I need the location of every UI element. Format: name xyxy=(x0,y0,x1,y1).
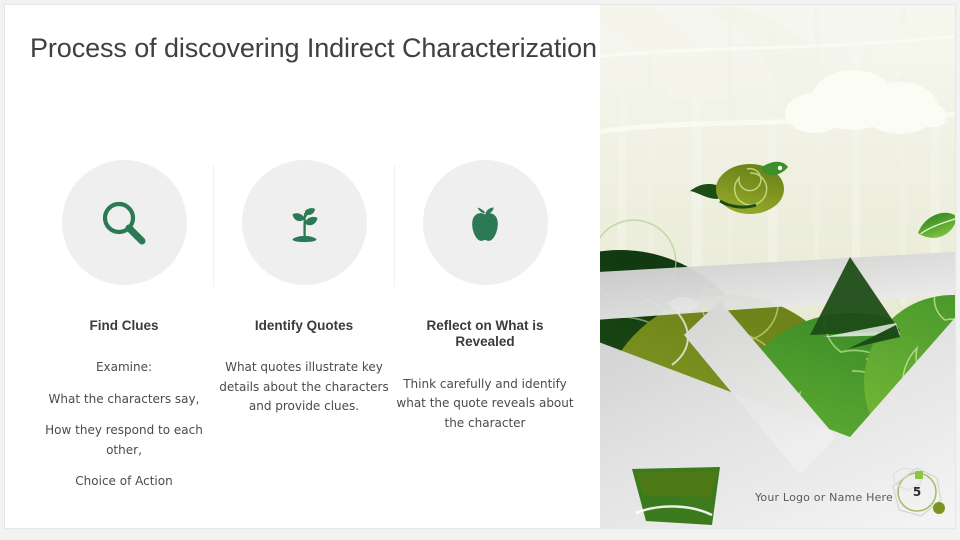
seedling-icon xyxy=(278,197,330,249)
footer-logo-text: Your Logo or Name Here xyxy=(754,491,893,504)
column-reflect-revealed: Reflect on What is Revealed Think carefu… xyxy=(394,160,576,433)
slide-canvas: Process of discovering Indirect Characte… xyxy=(5,5,955,528)
apple-icon xyxy=(459,197,511,249)
magnifier-icon xyxy=(98,197,150,249)
decorative-artwork: Your Logo or Name Here 5 xyxy=(600,5,955,528)
column-body: What quotes illustrate key details about… xyxy=(213,358,395,416)
column-heading: Identify Quotes xyxy=(254,318,354,333)
body-line: How they respond to each other, xyxy=(45,423,203,457)
icon-badge xyxy=(422,160,548,285)
icon-badge xyxy=(61,160,187,285)
column-identify-quotes: Identify Quotes What quotes illustrate k… xyxy=(213,160,395,417)
body-line: What the characters say, xyxy=(48,391,200,406)
artwork-svg xyxy=(600,5,955,528)
column-heading: Reflect on What is Revealed xyxy=(426,318,544,350)
body-line: What quotes illustrate key details about… xyxy=(219,360,389,414)
page-number: 5 xyxy=(912,485,922,499)
column-body: Think carefully and identify what the qu… xyxy=(394,375,576,433)
body-line: Examine: xyxy=(95,360,153,375)
body-line: Choice of Action xyxy=(75,474,173,489)
page-number-badge: 5 xyxy=(887,466,947,518)
column-body: Examine: What the characters say, How th… xyxy=(33,358,215,491)
column-heading: Find Clues xyxy=(89,318,159,333)
column-find-clues: Find Clues Examine: What the characters … xyxy=(33,160,215,504)
body-line: Think carefully and identify what the qu… xyxy=(396,376,574,430)
icon-badge xyxy=(241,160,367,285)
